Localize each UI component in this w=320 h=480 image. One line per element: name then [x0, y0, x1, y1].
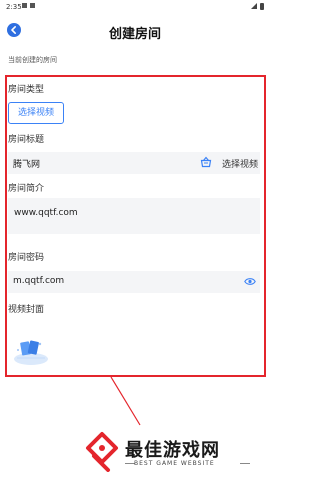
video-cover-image[interactable] [12, 336, 50, 366]
status-time: 2:35 [6, 3, 22, 11]
room-type-label: 房间类型 [8, 85, 45, 95]
notification-icon [22, 3, 27, 8]
page-subtitle: 当前创建的房间 [8, 56, 57, 64]
watermark-title: 最佳游戏网 [125, 440, 220, 461]
room-intro-value: www.qqtf.com [14, 208, 78, 218]
watermark-logo-icon [86, 432, 118, 472]
room-intro-label: 房间简介 [8, 184, 45, 194]
room-title-value: 腾飞网 [13, 160, 41, 170]
choose-video-button[interactable]: 选择视频 [8, 102, 64, 124]
room-title-field[interactable]: 腾飞网 选择视频 [8, 152, 260, 174]
status-notification-icons [22, 3, 35, 8]
room-password-value: m.qqtf.com [13, 276, 65, 286]
basket-icon[interactable] [200, 156, 212, 168]
signal-icon [251, 3, 257, 9]
room-intro-field[interactable]: www.qqtf.com [8, 198, 260, 234]
video-cover-label: 视频封面 [8, 305, 45, 315]
watermark: 最佳游戏网 BEST GAME WEBSITE [82, 430, 262, 480]
battery-icon [260, 3, 264, 10]
status-bar: 2:35 [0, 0, 270, 14]
room-password-field[interactable]: m.qqtf.com [8, 271, 260, 293]
eye-icon[interactable] [244, 277, 256, 286]
room-title-label: 房间标题 [8, 135, 45, 145]
page-title: 创建房间 [108, 27, 161, 42]
watermark-subtitle: BEST GAME WEBSITE [134, 460, 215, 467]
room-title-choose-video-link[interactable]: 选择视频 [222, 157, 258, 170]
notification-icon [30, 3, 35, 8]
watermark-divider [240, 463, 250, 464]
status-system-icons [251, 3, 264, 10]
room-password-label: 房间密码 [8, 253, 45, 263]
